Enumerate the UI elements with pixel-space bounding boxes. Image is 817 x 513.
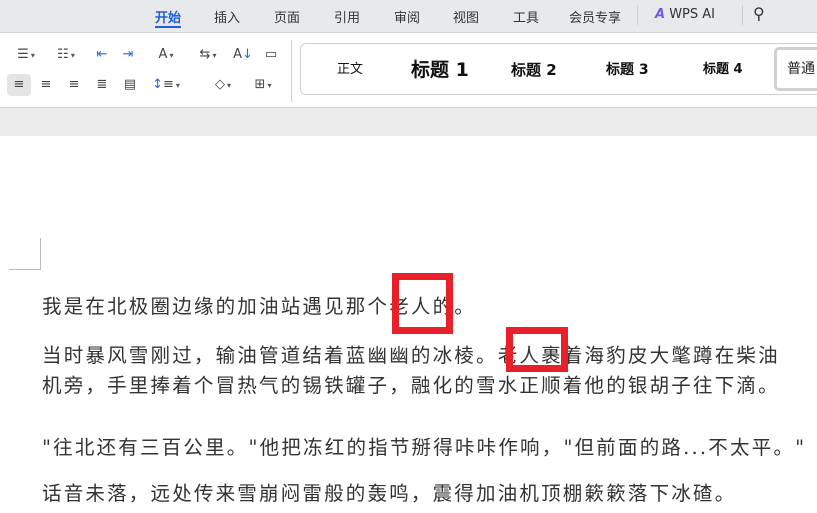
increase-indent-icon[interactable]: ⇥ (118, 44, 138, 66)
text-direction-icon[interactable]: ⇆ ▾ (192, 44, 224, 66)
tab-home[interactable]: 开始 (155, 7, 182, 28)
style-heading-2[interactable]: 标题 2 (511, 44, 557, 96)
style-gallery: 正文 标题 1 标题 2 标题 3 标题 4 (300, 43, 817, 95)
style-heading-3[interactable]: 标题 3 (606, 44, 649, 96)
wps-ai-label: WPS AI (669, 7, 716, 22)
align-left-icon[interactable]: ≡ (7, 74, 31, 96)
line-spacing-icon[interactable]: ↕≡ ▾ (150, 74, 182, 96)
paragraph-line[interactable]: 话音未落，远处传来雪崩闷雷般的轰鸣，震得加油机顶棚簌簌落下冰碴。 (42, 477, 736, 506)
shading-icon[interactable]: ◇ ▾ (208, 74, 238, 96)
divider (637, 5, 638, 25)
align-right-icon[interactable]: ≡ (64, 74, 84, 96)
borders-icon[interactable]: ⊞ ▾ (248, 74, 278, 96)
paragraph-line[interactable]: 当时暴风雪刚过，输油管道结着蓝幽幽的冰棱。老人裹着海豹皮大氅蹲在柴油 (42, 339, 780, 368)
table-border-icon[interactable]: ▭ (260, 44, 282, 66)
highlight-box (392, 273, 453, 334)
paragraph-line[interactable]: "往北还有三百公里。"他把冻红的指节掰得咔咔作响，"但前面的路...不太平。" (42, 431, 806, 460)
tab-view[interactable]: 视图 (453, 7, 479, 26)
tab-insert[interactable]: 插入 (214, 7, 240, 26)
highlight-box (506, 327, 568, 372)
search-icon[interactable]: ⚲ (753, 4, 765, 23)
tab-tools[interactable]: 工具 (513, 7, 539, 26)
tab-member[interactable]: 会员专享 (569, 7, 621, 26)
bullet-list-icon[interactable]: ☰ ▾ (10, 44, 42, 66)
tab-references[interactable]: 引用 (334, 7, 360, 26)
sort-icon[interactable]: A↓ (232, 44, 254, 66)
style-normal[interactable]: 正文 (337, 44, 363, 96)
char-spacing-icon[interactable]: A ▾ (150, 44, 182, 66)
wps-ai-icon: A (655, 7, 666, 22)
tab-review[interactable]: 审阅 (394, 7, 420, 26)
divider (291, 40, 292, 102)
menu-tab-bar: 开始 插入 页面 引用 审阅 视图 工具 会员专享 A WPS AI ⚲ (0, 0, 817, 33)
distributed-icon[interactable]: ▤ (120, 74, 140, 96)
paragraph-line[interactable]: 机旁，手里捧着个冒热气的锡铁罐子，融化的雪水正顺着他的银胡子往下滴。 (42, 369, 780, 398)
align-center-icon[interactable]: ≡ (36, 74, 56, 96)
wps-ai-button[interactable]: A WPS AI (655, 7, 715, 22)
tab-page[interactable]: 页面 (274, 7, 300, 26)
style-plain[interactable]: 普通 (774, 47, 817, 91)
style-heading-1[interactable]: 标题 1 (411, 44, 469, 96)
margin-corner-mark (9, 238, 41, 270)
divider (742, 5, 743, 25)
numbered-list-icon[interactable]: ☷ ▾ (50, 44, 82, 66)
decrease-indent-icon[interactable]: ⇤ (92, 44, 112, 66)
style-heading-4[interactable]: 标题 4 (703, 44, 743, 96)
justify-icon[interactable]: ≣ (92, 74, 112, 96)
ruler-area (0, 108, 817, 136)
